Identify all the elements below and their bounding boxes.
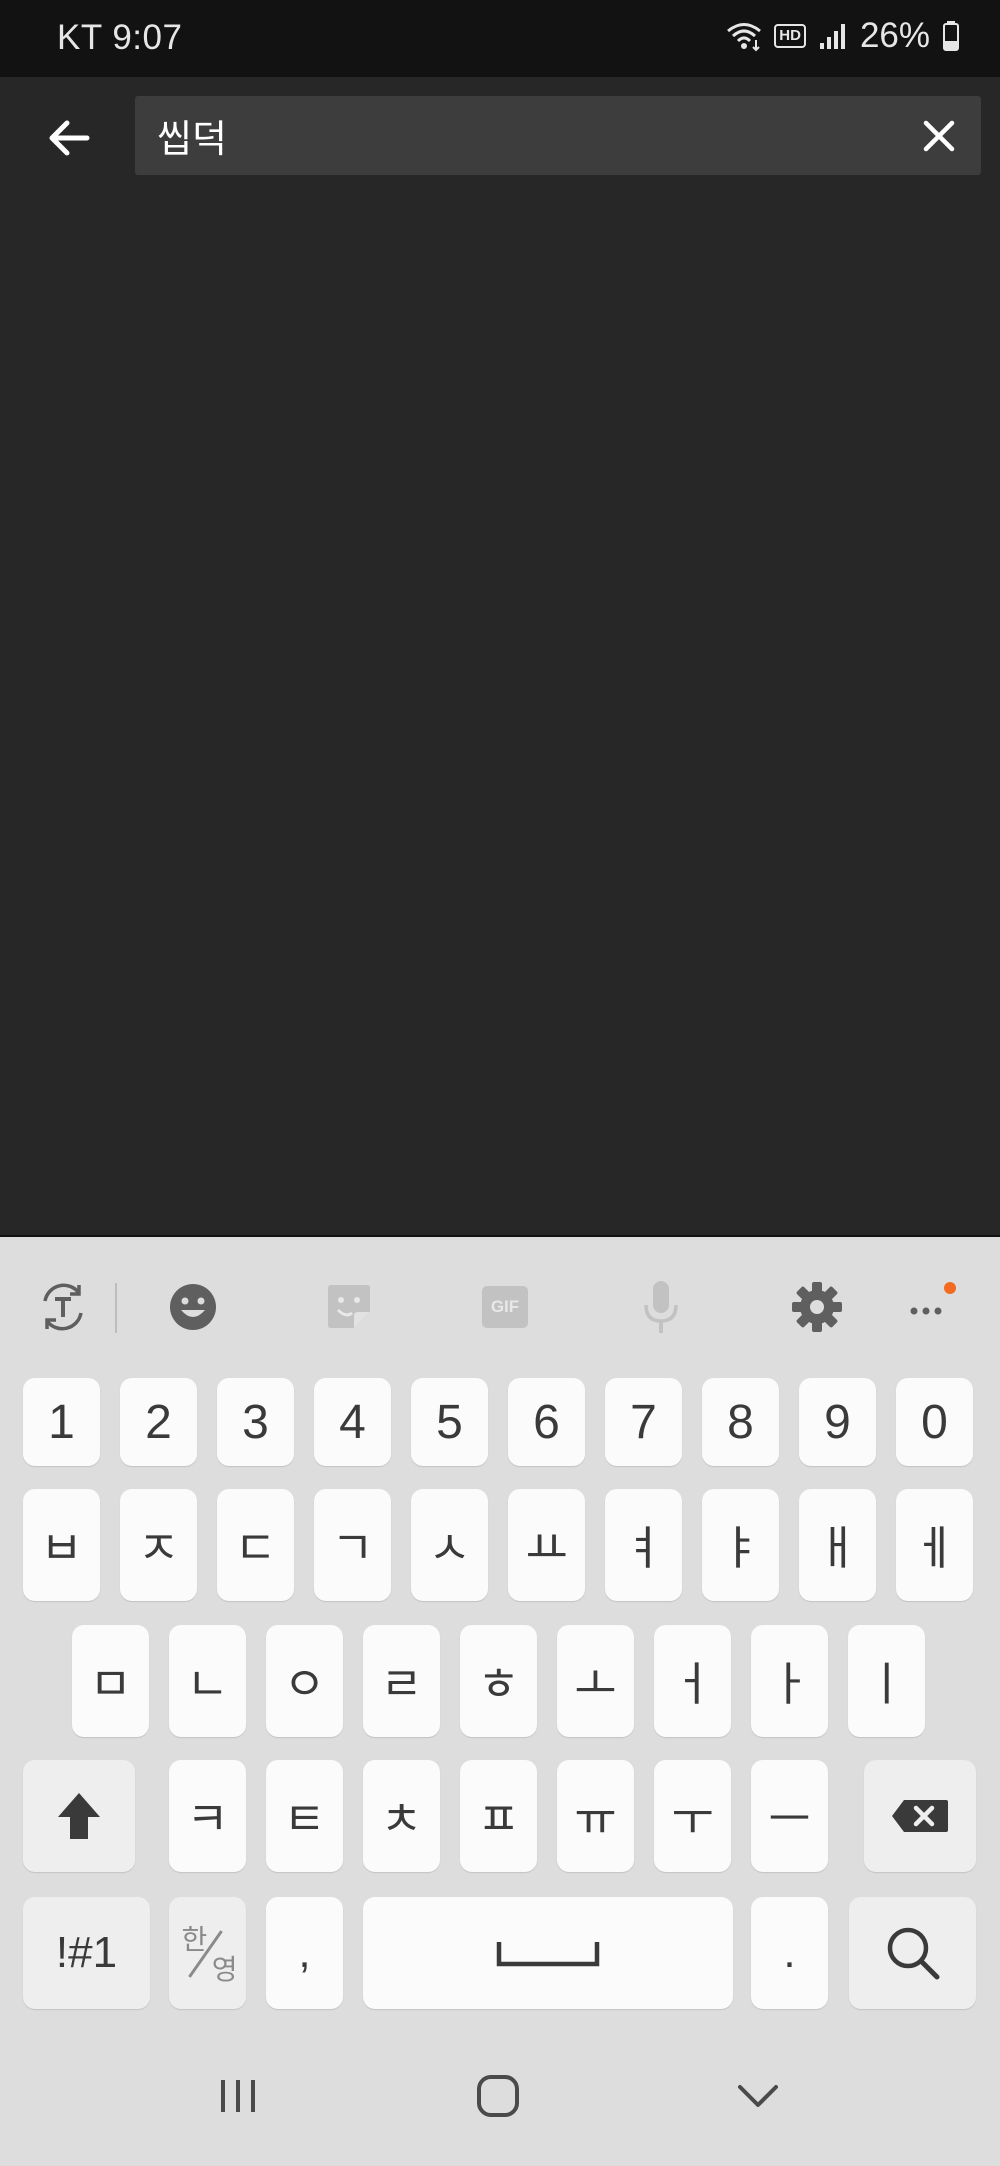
- keyboard-toolbar: GIF: [0, 1237, 1000, 1377]
- key-u[interactable]: ㅜ: [654, 1760, 731, 1872]
- emoji-button[interactable]: [163, 1277, 223, 1337]
- key-5[interactable]: 5: [411, 1378, 488, 1466]
- space-key[interactable]: [363, 1897, 733, 2009]
- more-options-button[interactable]: [902, 1277, 962, 1337]
- language-switch-key[interactable]: 한 영: [169, 1897, 246, 2009]
- key-pieup[interactable]: ㅍ: [460, 1760, 537, 1872]
- search-key[interactable]: [849, 1897, 976, 2009]
- gif-label: GIF: [490, 1297, 520, 1316]
- hide-keyboard-button[interactable]: [728, 2066, 788, 2126]
- key-9[interactable]: 9: [799, 1378, 876, 1466]
- battery-icon: [943, 21, 959, 51]
- status-icons: HD 26%: [726, 16, 960, 56]
- key-chieut[interactable]: ㅊ: [363, 1760, 440, 1872]
- key-a[interactable]: ㅏ: [751, 1625, 828, 1737]
- key-jieut[interactable]: ㅈ: [120, 1489, 197, 1601]
- back-button[interactable]: [38, 107, 100, 169]
- shift-arrow-icon: [58, 1793, 100, 1839]
- space-bar-icon: [496, 1942, 600, 1967]
- home-button[interactable]: [468, 2066, 528, 2126]
- home-icon: [477, 2075, 519, 2117]
- status-bar: KT 9:07 HD 26%: [0, 0, 1000, 77]
- key-6[interactable]: 6: [508, 1378, 585, 1466]
- recents-button[interactable]: [208, 2066, 268, 2126]
- key-8[interactable]: 8: [702, 1378, 779, 1466]
- translate-button[interactable]: [33, 1277, 93, 1337]
- key-mieum[interactable]: ㅁ: [72, 1625, 149, 1737]
- search-box[interactable]: [135, 96, 981, 175]
- chevron-down-icon: [738, 2085, 778, 2107]
- sticker-icon: [328, 1285, 370, 1328]
- key-0[interactable]: 0: [896, 1378, 973, 1466]
- navigation-bar: [0, 2020, 1000, 2166]
- sticker-button[interactable]: [319, 1277, 379, 1337]
- microphone-icon: [644, 1281, 678, 1333]
- key-ae[interactable]: ㅐ: [799, 1489, 876, 1601]
- gif-button[interactable]: GIF: [475, 1277, 535, 1337]
- key-nieun[interactable]: ㄴ: [169, 1625, 246, 1737]
- key-7[interactable]: 7: [605, 1378, 682, 1466]
- period-key[interactable]: .: [751, 1897, 828, 2009]
- key-i[interactable]: ㅣ: [848, 1625, 925, 1737]
- signal-icon: [819, 24, 845, 49]
- key-eo[interactable]: ㅓ: [654, 1625, 731, 1737]
- battery-percent: 26%: [859, 16, 930, 55]
- keyboard-settings-button[interactable]: [787, 1277, 847, 1337]
- key-yu[interactable]: ㅠ: [557, 1760, 634, 1872]
- shift-key[interactable]: [23, 1760, 135, 1872]
- comma-key[interactable]: ,: [266, 1897, 343, 2009]
- key-2[interactable]: 2: [120, 1378, 197, 1466]
- key-hieut[interactable]: ㅎ: [460, 1625, 537, 1737]
- translate-icon: [43, 1283, 83, 1331]
- key-yo[interactable]: ㅛ: [508, 1489, 585, 1601]
- gear-icon: [792, 1282, 842, 1332]
- key-e[interactable]: ㅔ: [896, 1489, 973, 1601]
- key-ieung[interactable]: ㅇ: [266, 1625, 343, 1737]
- backspace-icon: [892, 1800, 948, 1832]
- key-siot[interactable]: ㅅ: [411, 1489, 488, 1601]
- emoji-icon: [170, 1284, 216, 1330]
- backspace-key[interactable]: [864, 1760, 976, 1872]
- results-area: [0, 197, 1000, 1235]
- language-switch-glyph: 한 영: [178, 1918, 238, 1988]
- recents-icon: [221, 2080, 255, 2112]
- screen: KT 9:07 HD 26% 씹덕 GIF 1 2 3 4 5 6 7 8 9 …: [0, 0, 1000, 2166]
- lang-yeong-label: 영: [211, 1953, 238, 1986]
- key-4[interactable]: 4: [314, 1378, 391, 1466]
- gif-icon: GIF: [482, 1286, 528, 1328]
- key-ya[interactable]: ㅑ: [702, 1489, 779, 1601]
- hd-badge: HD: [774, 24, 806, 48]
- key-yeo[interactable]: ㅕ: [605, 1489, 682, 1601]
- key-tieut[interactable]: ㅌ: [266, 1760, 343, 1872]
- key-o[interactable]: ㅗ: [557, 1625, 634, 1737]
- wifi-icon: [727, 23, 762, 52]
- key-1[interactable]: 1: [23, 1378, 100, 1466]
- key-bieup[interactable]: ㅂ: [23, 1489, 100, 1601]
- arrow-left-icon: [49, 120, 90, 156]
- key-giyeok[interactable]: ㄱ: [314, 1489, 391, 1601]
- key-eu[interactable]: ㅡ: [751, 1760, 828, 1872]
- key-digeut[interactable]: ㄷ: [217, 1489, 294, 1601]
- carrier-time: KT 9:07: [57, 18, 183, 57]
- toolbar-separator: [115, 1283, 117, 1333]
- key-rieul[interactable]: ㄹ: [363, 1625, 440, 1737]
- search-icon: [887, 1927, 939, 1980]
- search-header: [0, 77, 1000, 197]
- search-input[interactable]: [157, 96, 877, 175]
- symbols-key[interactable]: !#1: [23, 1897, 150, 2009]
- notification-dot: [944, 1282, 956, 1294]
- key-3[interactable]: 3: [217, 1378, 294, 1466]
- voice-input-button[interactable]: [631, 1277, 691, 1337]
- more-dots-icon: [910, 1282, 956, 1315]
- key-kieuk[interactable]: ㅋ: [169, 1760, 246, 1872]
- close-icon: [923, 120, 955, 152]
- clear-button[interactable]: [911, 108, 967, 164]
